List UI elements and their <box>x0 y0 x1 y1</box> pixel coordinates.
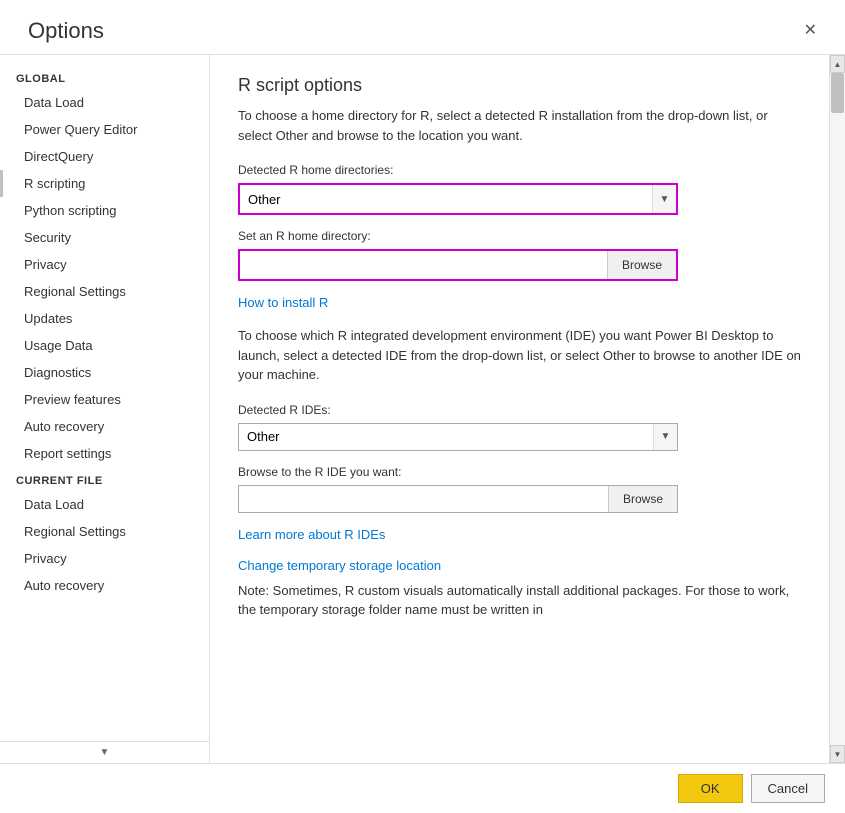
sidebar-item-usage-data[interactable]: Usage Data <box>0 332 209 359</box>
scroll-down-button[interactable]: ▼ <box>830 745 845 763</box>
sidebar-item-security[interactable]: Security <box>0 224 209 251</box>
dropdown-arrow-icon: ▼ <box>652 185 676 213</box>
browse-ide-button[interactable]: Browse <box>608 486 677 512</box>
change-storage-link[interactable]: Change temporary storage location <box>238 558 441 573</box>
change-storage-group: Change temporary storage location Note: … <box>238 558 801 620</box>
chevron-down-icon: ▼ <box>100 747 110 758</box>
main-content: R script options To choose a home direct… <box>210 55 845 763</box>
browse-ide-group: Browse to the R IDE you want: Browse <box>238 465 801 513</box>
global-section-label: GLOBAL <box>0 65 209 89</box>
content-description: To choose a home directory for R, select… <box>238 106 801 145</box>
browse-ide-input[interactable] <box>239 486 608 512</box>
sidebar-item-preview-features[interactable]: Preview features <box>0 386 209 413</box>
chevron-up-icon: ▲ <box>834 60 842 69</box>
sidebar-scroll-down-button[interactable]: ▼ <box>0 741 209 763</box>
close-button[interactable]: ✕ <box>796 19 825 43</box>
dialog-body: GLOBAL Data Load Power Query Editor Dire… <box>0 55 845 763</box>
content-title: R script options <box>238 75 801 96</box>
detected-r-ides-label: Detected R IDEs: <box>238 403 801 417</box>
options-dialog: Options ✕ GLOBAL Data Load Power Query E… <box>0 0 845 813</box>
change-storage-note: Note: Sometimes, R custom visuals automa… <box>238 581 801 620</box>
set-r-home-input-group[interactable]: Browse <box>238 249 678 281</box>
sidebar-item-directquery[interactable]: DirectQuery <box>0 143 209 170</box>
chevron-down-icon: ▼ <box>834 750 842 759</box>
set-r-home-group: Set an R home directory: Browse <box>238 229 801 281</box>
detected-r-ides-dropdown[interactable]: Other ▼ <box>238 423 678 451</box>
how-to-install-link[interactable]: How to install R <box>238 295 328 310</box>
sidebar: GLOBAL Data Load Power Query Editor Dire… <box>0 55 210 763</box>
sidebar-item-python-scripting[interactable]: Python scripting <box>0 197 209 224</box>
sidebar-item-updates[interactable]: Updates <box>0 305 209 332</box>
sidebar-item-cf-data-load[interactable]: Data Load <box>0 491 209 518</box>
sidebar-item-diagnostics[interactable]: Diagnostics <box>0 359 209 386</box>
sidebar-item-regional-settings[interactable]: Regional Settings <box>0 278 209 305</box>
sidebar-item-report-settings[interactable]: Report settings <box>0 440 209 467</box>
sidebar-item-data-load[interactable]: Data Load <box>0 89 209 116</box>
sidebar-item-r-scripting[interactable]: R scripting <box>0 170 209 197</box>
sidebar-item-auto-recovery[interactable]: Auto recovery <box>0 413 209 440</box>
sidebar-item-cf-auto-recovery[interactable]: Auto recovery <box>0 572 209 599</box>
detected-r-ides-group: Detected R IDEs: Other ▼ <box>238 403 801 451</box>
dialog-title: Options <box>28 18 104 44</box>
ok-button[interactable]: OK <box>678 774 743 803</box>
scroll-track[interactable] <box>830 73 845 745</box>
dialog-header: Options ✕ <box>0 0 845 55</box>
cancel-button[interactable]: Cancel <box>751 774 825 803</box>
browse-ide-label: Browse to the R IDE you want: <box>238 465 801 479</box>
learn-more-link[interactable]: Learn more about R IDEs <box>238 527 385 542</box>
ides-dropdown-arrow-icon: ▼ <box>653 424 677 450</box>
sidebar-scroll[interactable]: GLOBAL Data Load Power Query Editor Dire… <box>0 55 209 741</box>
right-scrollbar: ▲ ▼ <box>829 55 845 763</box>
browse-r-home-button[interactable]: Browse <box>607 251 676 279</box>
detected-r-home-label: Detected R home directories: <box>238 163 801 177</box>
dialog-footer: OK Cancel <box>0 763 845 813</box>
ide-description: To choose which R integrated development… <box>238 326 801 385</box>
sidebar-item-cf-privacy[interactable]: Privacy <box>0 545 209 572</box>
set-r-home-label: Set an R home directory: <box>238 229 801 243</box>
sidebar-item-power-query-editor[interactable]: Power Query Editor <box>0 116 209 143</box>
browse-ide-input-group[interactable]: Browse <box>238 485 678 513</box>
sidebar-item-privacy[interactable]: Privacy <box>0 251 209 278</box>
detected-r-home-dropdown[interactable]: Other ▼ <box>238 183 678 215</box>
detected-r-home-group: Detected R home directories: Other ▼ <box>238 163 801 215</box>
sidebar-item-cf-regional-settings[interactable]: Regional Settings <box>0 518 209 545</box>
set-r-home-input[interactable] <box>240 251 607 279</box>
how-to-install-group: How to install R <box>238 295 801 310</box>
scroll-up-button[interactable]: ▲ <box>830 55 845 73</box>
detected-r-ides-select[interactable]: Other <box>239 424 653 450</box>
detected-r-home-select[interactable]: Other <box>240 185 652 213</box>
content-scroll[interactable]: R script options To choose a home direct… <box>210 55 829 763</box>
learn-more-group: Learn more about R IDEs <box>238 527 801 542</box>
current-file-section-label: CURRENT FILE <box>0 467 209 491</box>
scroll-thumb[interactable] <box>831 73 844 113</box>
